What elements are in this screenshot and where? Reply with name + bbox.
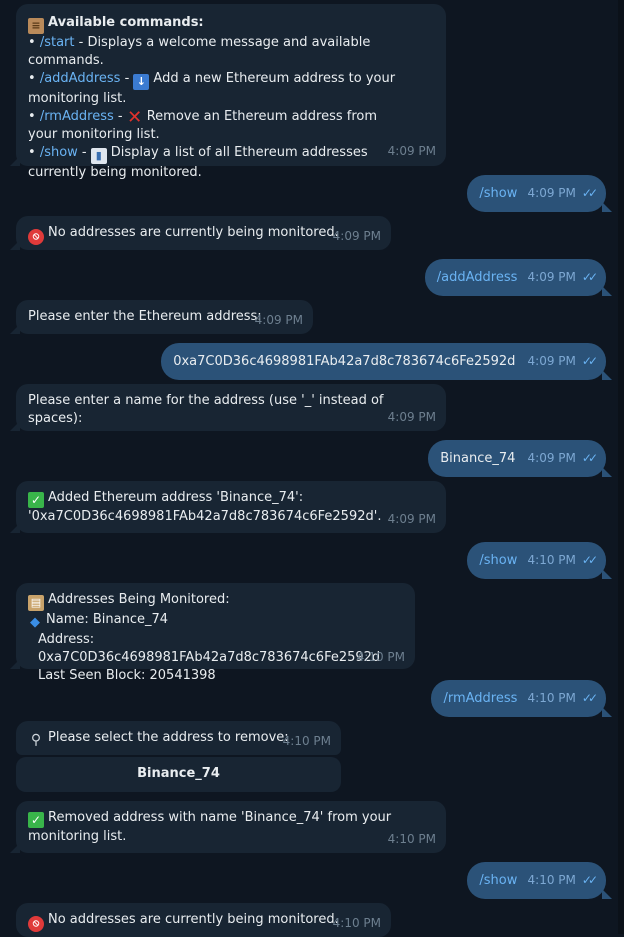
no-entry-icon: ⦸ (28, 916, 44, 932)
outgoing-message-name: Binance_74 4:09 PM ✓✓ (428, 440, 612, 477)
double-check-icon: ✓✓ (581, 451, 598, 465)
double-check-icon: ✓✓ (581, 691, 598, 705)
clipboard-icon: ▤ (28, 595, 44, 611)
commands-title: Available commands: (48, 15, 204, 30)
cross-mark-icon: ✕ (127, 107, 143, 128)
no-entry-icon: ⦸ (28, 229, 44, 245)
chat-history[interactable]: ≡ Available commands: • /start - Displays… (0, 0, 624, 937)
double-check-icon: ✓✓ (581, 873, 598, 887)
command-link-rmaddress[interactable]: /rmAddress (40, 109, 114, 124)
blue-diamond-icon: ◆ (30, 615, 40, 630)
message-enter-name: Please enter a name for the address (use… (10, 384, 446, 431)
message-no-addresses: ⦸ No addresses are currently being monito… (16, 903, 391, 937)
message-monitored-list: ▤ Addresses Being Monitored: ◆ Name: Binan… (10, 583, 415, 683)
double-check-icon: ✓✓ (581, 553, 598, 567)
scroll-icon: ≡ (28, 18, 44, 34)
message-added-address: ✓ Added Ethereum address 'Binance_74': '0… (10, 481, 446, 533)
double-check-icon: ✓✓ (581, 270, 598, 284)
outgoing-text[interactable]: /show (479, 186, 517, 201)
message-time: 4:09 PM (387, 144, 436, 158)
message-removed-address: ✓ Removed address with name 'Binance_74' … (10, 801, 446, 853)
message-available-commands: ≡ Available commands: • /start - Displays… (10, 4, 446, 180)
outgoing-message-show: /show 4:09 PM ✓✓ (467, 175, 612, 212)
command-link-addaddress[interactable]: /addAddress (40, 71, 121, 86)
inbox-tray-icon: ↓ (133, 74, 150, 90)
check-mark-icon: ✓ (28, 492, 44, 508)
magnifying-glass-icon: ⚲ (30, 732, 42, 748)
inline-button-binance-74[interactable]: Binance_74 (16, 757, 341, 792)
outgoing-message-rmaddress: /rmAddress 4:10 PM ✓✓ (431, 680, 612, 717)
scrollbar-track[interactable] (618, 0, 624, 934)
message-select-address: ⚲ Please select the address to remove: 4:… (16, 721, 341, 755)
double-check-icon: ✓✓ (581, 354, 598, 368)
message-enter-address: Please enter the Ethereum address: 4:09 … (10, 300, 313, 334)
outgoing-message-addaddress: /addAddress 4:09 PM ✓✓ (424, 259, 612, 296)
double-check-icon: ✓✓ (581, 186, 598, 200)
command-link-show[interactable]: /show (40, 145, 78, 160)
outgoing-message-show: /show 4:10 PM ✓✓ (467, 542, 612, 579)
outgoing-message-address: 0xa7C0D36c4698981FAb42a7d8c783674c6Fe259… (161, 343, 612, 380)
command-link-start[interactable]: /start (40, 35, 75, 50)
message-no-addresses: ⦸ No addresses are currently being monito… (10, 216, 391, 250)
check-mark-icon: ✓ (28, 812, 44, 828)
outgoing-message-show: /show 4:10 PM ✓✓ (467, 862, 612, 899)
bar-chart-icon: ▮ (90, 148, 107, 164)
